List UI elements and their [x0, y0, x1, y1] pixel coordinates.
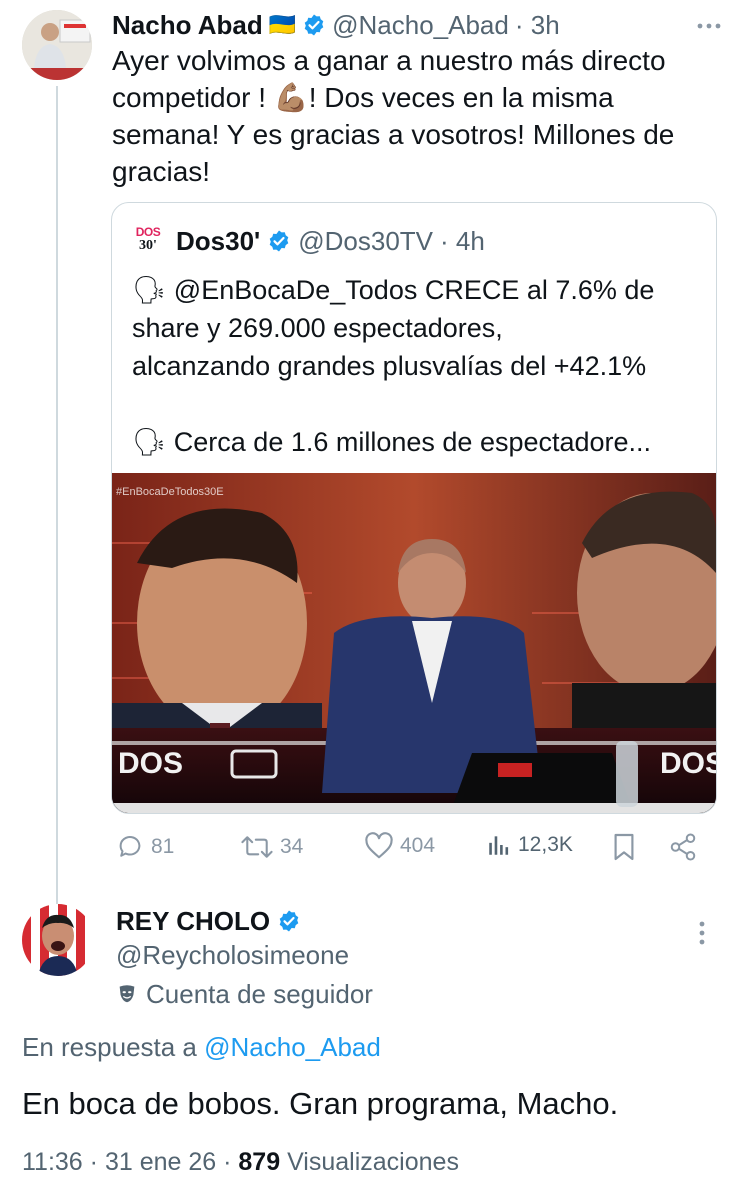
quoted-text-line: 🗣 Cerca de 1.6 millones de espectadore..…	[132, 427, 652, 457]
tweet-text-line: competidor ! 💪🏽! Dos veces en la misma	[112, 82, 614, 113]
set-text-right: DOS	[660, 747, 716, 780]
meta-separator: ·	[89, 1148, 98, 1176]
parody-label-text: Cuenta de seguidor	[146, 978, 373, 1009]
tweet-text-line: Ayer volvimos a ganar a nuestro más dire…	[112, 45, 666, 76]
heart-icon	[365, 832, 393, 859]
quoted-text-line: alcanzando grandes plusvalías del +42.1%	[132, 351, 647, 381]
tweet-body: Ayer volvimos a ganar a nuestro más dire…	[112, 42, 712, 190]
quoted-tweet-body: 🗣 @EnBocaDe_Todos CRECE al 7.6% de share…	[132, 271, 712, 461]
thread-connector-line	[56, 86, 58, 904]
reply-author-name[interactable]: REY CHOLO	[116, 906, 270, 937]
verified-badge-icon	[269, 230, 289, 252]
share-button[interactable]	[668, 832, 698, 862]
replying-to-line: En respuesta a @Nacho_Abad	[22, 1032, 381, 1063]
views-button[interactable]: 12,3K	[486, 832, 573, 858]
bookmark-icon	[614, 833, 634, 861]
analytics-icon	[489, 836, 509, 855]
more-options-icon[interactable]	[690, 918, 714, 948]
like-count: 404	[400, 834, 436, 857]
author-name[interactable]: Nacho Abad	[112, 10, 263, 41]
tweet-text-line: semana! Y es gracias a vosotros! Millone…	[112, 119, 675, 150]
tv-studio-image: DOS DOS #EnBocaDeTodos30E	[112, 473, 716, 813]
avatar-photo	[22, 10, 92, 80]
quoted-author-handle: @Dos30TV	[298, 225, 434, 256]
quoted-author-name[interactable]: Dos30'	[176, 226, 260, 257]
more-options-icon[interactable]	[694, 14, 724, 38]
replying-to-prefix: En respuesta a	[22, 1032, 197, 1062]
logo-text-bottom: 30'	[139, 238, 157, 253]
reply-tweet-text: En boca de bobos. Gran programa, Macho.	[22, 1086, 619, 1121]
retweet-count: 34	[280, 835, 304, 858]
tweet-text-line: gracias!	[112, 156, 211, 187]
replying-to-handle[interactable]: @Nacho_Abad	[204, 1032, 381, 1062]
dos30-logo-icon: DOS 30'	[132, 225, 164, 257]
verified-badge-icon	[304, 14, 324, 36]
hashtag-overlay: #EnBocaDeTodos30E	[116, 486, 224, 498]
author-handle[interactable]: @Nacho_Abad	[332, 10, 509, 41]
avatar-rey-cholo[interactable]	[22, 904, 94, 976]
meta-separator: ·	[223, 1148, 232, 1176]
like-button[interactable]: 404	[364, 832, 435, 860]
tweet-time[interactable]: · 3h	[515, 10, 560, 41]
retweet-icon	[241, 836, 273, 858]
retweet-button[interactable]: 34	[240, 832, 303, 862]
reply-time[interactable]: 11:36	[22, 1148, 83, 1176]
bookmark-button[interactable]	[612, 832, 636, 862]
quoted-text-line	[132, 385, 712, 423]
reply-button[interactable]: 81	[115, 832, 174, 862]
reply-tweet-meta: 11:36 · 31 ene 26 · 879 Visualizaciones	[22, 1148, 459, 1177]
views-count: 12,3K	[518, 833, 573, 856]
reply-date[interactable]: 31 ene 26	[105, 1148, 216, 1176]
avatar-nacho-abad[interactable]	[22, 10, 92, 80]
quoted-text-line: share y 269.000 espectadores,	[132, 313, 503, 343]
quoted-tweet-time: · 4h	[440, 225, 485, 256]
quoted-tweet-card[interactable]: DOS 30' Dos30' @Dos30TV · 4h 🗣 @EnBocaDe…	[111, 202, 717, 814]
share-icon	[670, 833, 696, 861]
theater-mask-icon	[119, 985, 135, 1003]
reply-count: 81	[151, 835, 175, 858]
reply-author-handle[interactable]: @Reycholosimeone	[116, 940, 349, 971]
reply-tweet-header: REY CHOLO	[116, 904, 301, 938]
ukraine-flag-icon: 🇺🇦	[268, 12, 297, 37]
quoted-text-line: 🗣 @EnBocaDe_Todos CRECE al 7.6% de	[132, 275, 655, 305]
set-text-left: DOS	[118, 747, 183, 780]
reply-views-label: Visualizaciones	[287, 1148, 459, 1176]
verified-badge-icon	[279, 910, 299, 932]
quoted-tweet-header: Dos30' @Dos30TV · 4h	[176, 223, 485, 259]
logo-text-top: DOS	[135, 225, 161, 239]
tweet-header: Nacho Abad 🇺🇦 @Nacho_Abad · 3h	[112, 8, 560, 42]
avatar-photo	[22, 904, 94, 976]
reply-icon	[119, 836, 141, 857]
reply-views-count: 879	[238, 1148, 281, 1176]
quoted-tweet-image[interactable]: DOS DOS #EnBocaDeTodos30E	[112, 473, 716, 813]
parody-account-label: Cuenta de seguidor	[116, 978, 373, 1010]
